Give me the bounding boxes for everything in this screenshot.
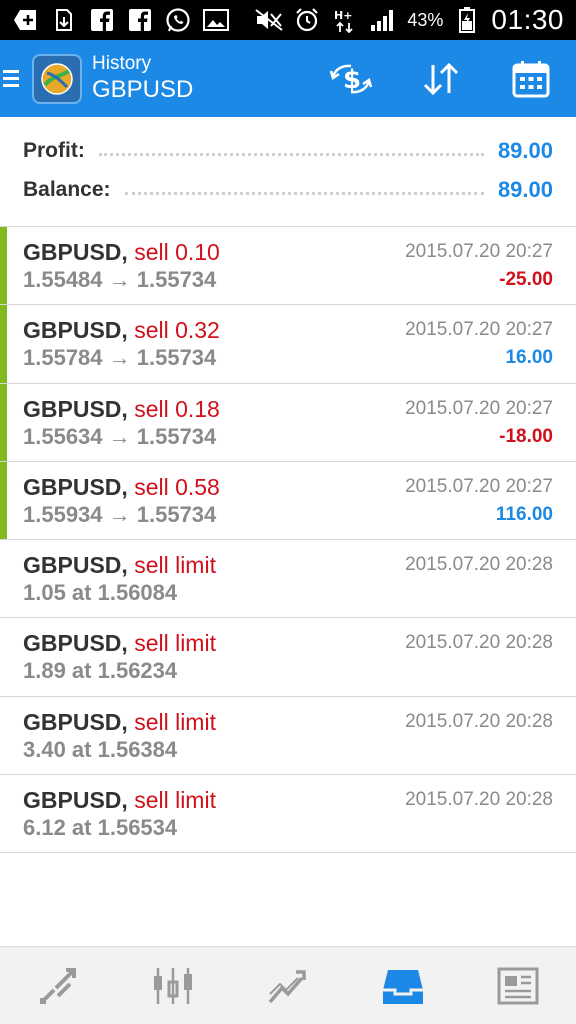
trade-prices: 1.55784 → 1.55734 [23,345,217,371]
trade-symbol: GBPUSD, [23,552,128,579]
calendar-icon[interactable] [486,40,576,117]
trade-time: 2015.07.20 20:27 [405,241,553,262]
trade-header: GBPUSD, sell limit [23,630,216,657]
header-actions: $ [306,40,576,117]
trade-profit: -25.00 [499,269,553,290]
trade-time: 2015.07.20 20:28 [405,554,553,576]
facebook-icon [126,6,154,34]
download-icon [50,6,78,34]
bottom-navigation [0,946,576,1024]
trade-header: GBPUSD, sell 0.10 [23,239,220,266]
trade-symbol: GBPUSD, [23,317,128,344]
trade-symbol: GBPUSD, [23,473,128,500]
app-header: History GBPUSD $ [0,40,576,117]
trade-prices: 1.05 at 1.56084 [23,580,178,606]
balance-row: Balance: 89.00 [23,175,553,205]
menu-icon[interactable] [0,40,24,117]
trade-header: GBPUSD, sell limit [23,709,216,736]
mute-icon [255,6,284,34]
history-row[interactable]: GBPUSD, sell 0.10 1.55484 → 1.55734 2015.0… [0,227,576,306]
closed-position-marker [0,383,7,461]
system-icons: H+ 43% 01:30 [255,4,564,36]
add-icon [12,6,40,34]
trade-time: 2015.07.20 20:27 [405,475,553,497]
title-group: History GBPUSD [92,53,193,105]
quotes-icon[interactable] [0,947,115,1024]
history-row[interactable]: GBPUSD, sell 0.18 1.55634 → 1.55734 2015.0… [0,383,576,462]
notification-icons [12,6,230,34]
trade-profit: -18.00 [499,425,553,447]
profit-value: 89.00 [497,138,553,163]
alarm-icon [293,6,321,34]
battery-icon [453,6,481,34]
trade-header: GBPUSD, sell 0.32 [23,317,220,344]
trade-header: GBPUSD, sell 0.58 [23,474,220,501]
balance-label: Balance: [23,178,111,201]
trade-prices: 1.55484 → 1.55734 [23,267,217,292]
trade-time: 2015.07.20 20:28 [405,789,553,811]
trade-type: sell limit [134,787,216,814]
trade-header: GBPUSD, sell limit [23,787,216,814]
trade-icon[interactable] [230,947,345,1024]
profit-label: Profit: [23,139,85,162]
balance-value: 89.00 [497,177,553,202]
trade-type: sell 0.18 [134,395,220,422]
sort-icon[interactable] [396,40,486,117]
trade-prices: 1.55934 → 1.55734 [23,501,217,527]
svg-text:H+: H+ [334,9,352,22]
history-icon[interactable] [346,947,461,1024]
image-icon [202,6,230,34]
trade-symbol: GBPUSD, [23,787,128,814]
trade-prices: 6.12 at 1.56534 [23,815,178,841]
data-icon: H+ [331,6,359,34]
news-icon[interactable] [461,947,576,1024]
trade-symbol: GBPUSD, [23,239,128,265]
trade-type: sell limit [134,708,216,735]
trade-time: 2015.07.20 20:27 [405,319,553,341]
history-row[interactable]: GBPUSD, sell limit 6.12 at 1.56534 2015.07… [0,775,576,854]
trade-type: sell limit [134,552,216,579]
symbol-title[interactable]: GBPUSD [92,75,193,105]
trade-symbol: GBPUSD, [23,630,128,657]
closed-position-marker [0,227,7,305]
trade-prices: 1.55634 → 1.55734 [23,423,217,449]
trade-type: sell limit [134,630,216,657]
history-list: GBPUSD, sell 0.10 1.55484 → 1.55734 2015.0… [0,227,576,854]
clock: 01:30 [491,4,564,35]
trade-profit: 16.00 [505,347,553,369]
trade-time: 2015.07.20 20:27 [405,397,553,419]
trade-header: GBPUSD, sell limit [23,552,216,579]
dotted-leader [124,191,484,195]
trade-profit: 116.00 [495,503,553,525]
closed-position-marker [0,461,7,540]
screen-title: History [92,52,152,74]
chart-icon[interactable] [115,947,230,1024]
whatsapp-icon [164,6,192,34]
battery-percent: 43% [407,9,444,30]
trade-symbol: GBPUSD, [23,395,128,422]
dotted-leader [98,152,484,156]
trade-prices: 3.40 at 1.56384 [23,736,178,762]
trade-time: 2015.07.20 20:28 [405,632,553,654]
app-logo[interactable] [32,53,82,104]
trade-time: 2015.07.20 20:28 [405,710,553,732]
trade-header: GBPUSD, sell 0.18 [23,396,220,423]
trade-prices: 1.89 at 1.56234 [23,658,178,684]
facebook-icon [88,6,116,34]
history-row[interactable]: GBPUSD, sell 0.32 1.55784 → 1.55734 2015.0… [0,305,576,384]
signal-icon [369,6,397,34]
history-row[interactable]: GBPUSD, sell limit 1.05 at 1.56084 2015.07… [0,540,576,619]
history-row[interactable]: GBPUSD, sell 0.58 1.55934 → 1.55734 2015.0… [0,461,576,541]
trade-type: sell 0.58 [134,473,220,500]
history-row[interactable]: GBPUSD, sell limit 3.40 at 1.56384 2015.07… [0,696,576,776]
trade-type: sell 0.32 [134,317,220,344]
history-row[interactable]: GBPUSD, sell limit 1.89 at 1.56234 2015.07… [0,618,576,697]
account-summary: Profit: 89.00 Balance: 89.00 [0,117,576,227]
profit-row: Profit: 89.00 [23,136,553,166]
trade-symbol: GBPUSD, [23,708,128,735]
closed-position-marker [0,305,7,383]
status-bar: H+ 43% 01:30 [0,0,576,40]
currency-exchange-icon[interactable]: $ [306,40,396,117]
trade-type: sell 0.10 [134,239,220,265]
